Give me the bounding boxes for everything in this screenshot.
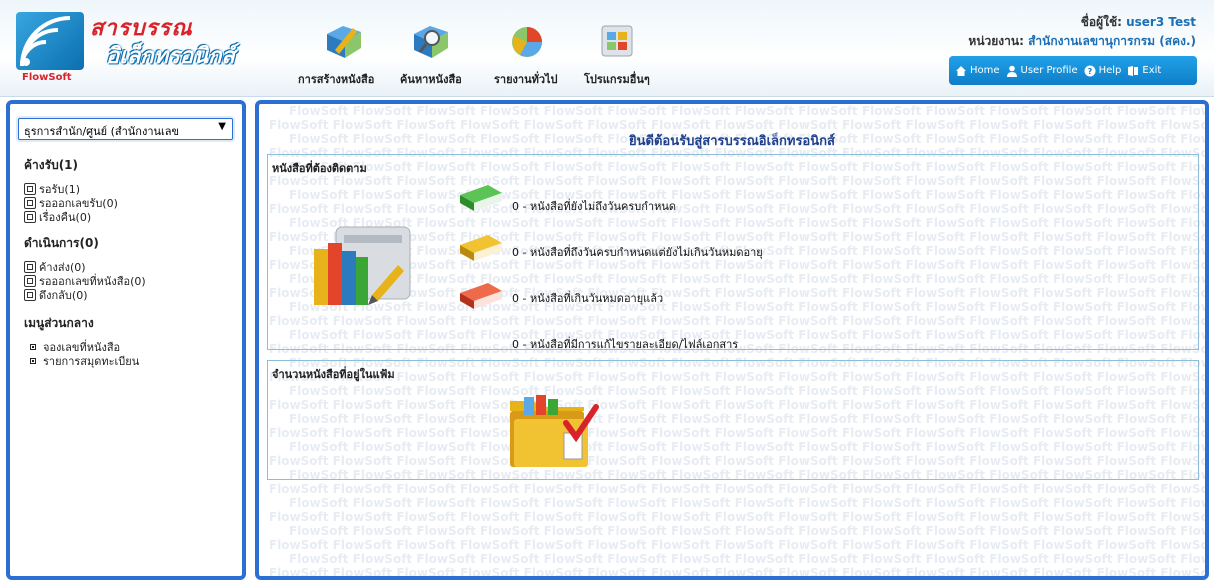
menu-general-report[interactable]: รายงานทั่วไป xyxy=(494,20,566,86)
menu-other-programs-label: โปรแกรมอื่นๆ xyxy=(584,73,650,86)
sidebar: ธุรการสำนัก/ศูนย์ (สำนักงานเลข ▼ ค้างรับ… xyxy=(6,100,246,580)
department-select-value: ธุรการสำนัก/ศูนย์ (สำนักงานเลข xyxy=(24,125,180,138)
sidebar-item-returned[interactable]: เรื่องคืน(0) xyxy=(24,208,91,226)
sidebar-item-label: ดึงกลับ(0) xyxy=(39,289,88,302)
books-illustration-icon xyxy=(314,226,411,305)
yellow-book-icon xyxy=(460,235,502,261)
menu-create-document-label: การสร้างหนังสือ xyxy=(298,73,375,86)
exit-button[interactable]: Exit xyxy=(1127,65,1161,77)
exit-label: Exit xyxy=(1142,65,1162,76)
menu-create-document[interactable]: การสร้างหนังสือ xyxy=(296,20,392,86)
user-unit-label: หน่วยงาน: xyxy=(968,34,1024,48)
sidebar-item-register-list[interactable]: รายการสมุดทะเบียน xyxy=(30,352,139,370)
menu-other-programs[interactable]: โปรแกรมอื่นๆ xyxy=(584,20,668,86)
dropdown-arrow-icon: ▼ xyxy=(218,121,226,132)
department-select[interactable]: ธุรการสำนัก/ศูนย์ (สำนักงานเลข ▼ xyxy=(18,118,233,140)
stat-expired[interactable]: 0 - หนังสือที่เกินวันหมดอายุแล้ว xyxy=(512,289,663,307)
section-in-progress-title: ดำเนินการ(0) xyxy=(24,236,99,250)
user-name-label: ชื่อผู้ใช้: xyxy=(1080,15,1122,29)
svg-text:?: ? xyxy=(1087,67,1092,76)
main-content: FlowSoft FlowSoft FlowSoft FlowSoft Flow… xyxy=(255,100,1209,580)
user-unit: สำนักงานเลขานุการกรม (สคง.) xyxy=(1028,34,1196,48)
pie-chart-icon xyxy=(512,27,542,57)
user-info: ชื่อผู้ใช้: user3 Test หน่วยงาน: สำนักงา… xyxy=(968,13,1196,51)
green-book-icon xyxy=(460,185,502,211)
watermark-row: FlowSoft FlowSoft FlowSoft FlowSoft Flow… xyxy=(289,524,1205,538)
recall-icon xyxy=(24,289,36,301)
watermark-row: FlowSoft FlowSoft FlowSoft FlowSoft Flow… xyxy=(289,104,1205,118)
section-pending-receive-title: ค้างรับ(1) xyxy=(24,158,79,172)
return-icon xyxy=(24,211,36,223)
logo-signal-icon xyxy=(16,12,84,70)
watermark-row: FlowSoft FlowSoft FlowSoft FlowSoft Flow… xyxy=(269,482,1205,496)
header: สารบรรณ อิเล็กทรอนิกส์ FlowSoft การสร้าง… xyxy=(0,0,1214,97)
bullet-icon xyxy=(30,358,36,364)
sidebar-item-recalled[interactable]: ดึงกลับ(0) xyxy=(24,286,87,304)
watermark-row: FlowSoft FlowSoft FlowSoft FlowSoft Flow… xyxy=(269,510,1205,524)
menu-search-document-label: ค้นหาหนังสือ xyxy=(400,73,462,86)
watermark-row: FlowSoft FlowSoft FlowSoft FlowSoft Flow… xyxy=(289,552,1205,566)
menu-general-report-label: รายงานทั่วไป xyxy=(494,73,558,86)
stat-due-not-expired[interactable]: 0 - หนังสือที่ถึงวันครบกำหนดแต่ยังไม่เกิ… xyxy=(512,243,763,261)
search-document-icon xyxy=(414,26,448,58)
red-book-icon xyxy=(460,283,502,309)
create-document-icon xyxy=(327,26,361,58)
logo-text-line2: อิเล็กทรอนิกส์ xyxy=(106,43,235,69)
user-icon xyxy=(1006,65,1017,77)
folder-panel-title: จำนวนหนังสือที่อยู่ในแฟ้ม xyxy=(272,368,395,381)
help-label: Help xyxy=(1098,65,1122,76)
stat-not-due[interactable]: 0 - หนังสือที่ยังไม่ถึงวันครบกำหนด xyxy=(512,197,676,215)
menu-search-document[interactable]: ค้นหาหนังสือ xyxy=(400,20,480,86)
followup-panel-title: หนังสือที่ต้องติดตาม xyxy=(272,162,367,175)
user-name: user3 Test xyxy=(1126,15,1196,29)
home-label: Home xyxy=(970,65,1000,76)
bullet-icon xyxy=(30,344,36,350)
followup-panel: หนังสือที่ต้องติดตาม 0 - หนังสือที่ยังไม… xyxy=(267,154,1199,353)
sidebar-item-label: เรื่องคืน(0) xyxy=(39,211,92,224)
section-central-menu-title: เมนูส่วนกลาง xyxy=(24,316,94,330)
help-icon: ? xyxy=(1084,65,1096,76)
help-button[interactable]: ? Help xyxy=(1084,65,1122,77)
home-icon xyxy=(956,65,966,76)
watermark-row: FlowSoft FlowSoft FlowSoft FlowSoft Flow… xyxy=(269,538,1205,552)
stat-modified[interactable]: 0 - หนังสือที่มีการแก้ไขรายละเอียด/ไฟล์เ… xyxy=(512,335,738,353)
app-logo[interactable]: สารบรรณ อิเล็กทรอนิกส์ FlowSoft xyxy=(10,8,235,88)
apps-grid-icon xyxy=(601,25,633,57)
brand-name: FlowSoft xyxy=(22,72,72,83)
watermark-row: FlowSoft FlowSoft FlowSoft FlowSoft Flow… xyxy=(269,566,1205,576)
home-button[interactable]: Home xyxy=(955,65,1000,77)
folder-panel: จำนวนหนังสือที่อยู่ในแฟ้ม xyxy=(267,360,1199,480)
top-toolbar: Home User Profile ? Help Exit xyxy=(949,56,1197,85)
watermark-row: FlowSoft FlowSoft FlowSoft FlowSoft Flow… xyxy=(289,496,1205,510)
sidebar-item-label: รายการสมุดทะเบียน xyxy=(43,355,140,368)
welcome-title: ยินดีต้อนรับสู่สารบรรณอิเล็กทรอนิกส์ xyxy=(629,134,835,149)
user-profile-label: User Profile xyxy=(1020,65,1078,76)
exit-icon xyxy=(1128,65,1139,76)
user-profile-button[interactable]: User Profile xyxy=(1006,65,1078,77)
folder-illustration-icon xyxy=(510,395,599,467)
